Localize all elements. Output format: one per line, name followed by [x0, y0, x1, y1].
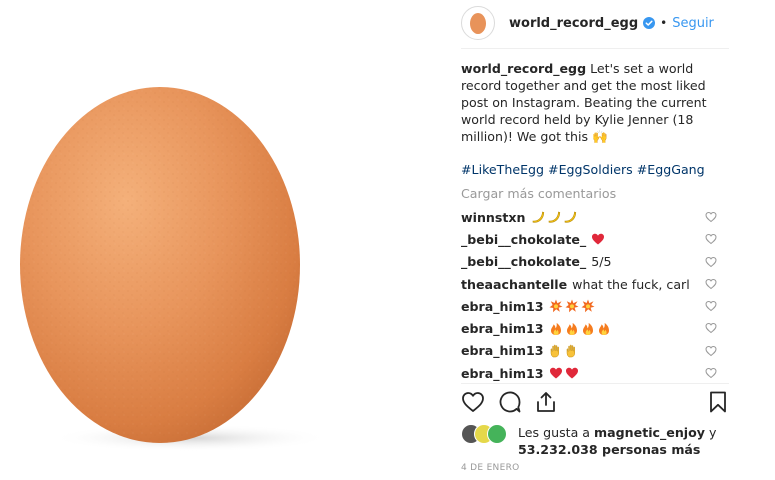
caption-username[interactable]: world_record_egg: [461, 61, 586, 76]
comment-item: ebra_him13: [461, 295, 717, 317]
comment-username[interactable]: theaachantelle: [461, 277, 567, 292]
header-divider: [461, 48, 729, 49]
likes-text: Les gusta a magnetic_enjoy y 53.232.038 …: [518, 424, 733, 458]
collision-icon: [549, 299, 597, 313]
comment-username[interactable]: ebra_him13: [461, 343, 544, 358]
comment-text: 5/5: [591, 254, 612, 270]
likes-count[interactable]: 53.232.038 personas más: [518, 442, 700, 457]
separator-dot: •: [660, 16, 668, 30]
comment-username[interactable]: _bebi__chokolate_: [461, 232, 586, 247]
heart-icon[interactable]: [461, 390, 485, 418]
comment-item: theaachantelle what the fuck, carl: [461, 273, 717, 295]
comment-username[interactable]: _bebi__chokolate_: [461, 254, 586, 269]
caption: world_record_egg Let's set a world recor…: [461, 60, 723, 145]
comment-item: ebra_him13: [461, 340, 717, 362]
post-panel: world_record_egg • Seguir world_record_e…: [447, 0, 775, 480]
bookmark-icon[interactable]: [706, 390, 730, 418]
comment-item: _bebi__chokolate_ 5/5: [461, 251, 717, 273]
comment-username[interactable]: ebra_him13: [461, 321, 544, 336]
comment-username[interactable]: ebra_him13: [461, 299, 544, 314]
like-comment-heart-icon[interactable]: [705, 322, 717, 337]
raised-hand-icon: [549, 344, 581, 358]
fire-icon: [549, 322, 613, 336]
likes-prefix: Les gusta a: [518, 425, 591, 440]
liker-avatars[interactable]: [461, 424, 521, 444]
load-more-comments-button[interactable]: Cargar más comentarios: [461, 186, 616, 201]
likes-joiner: y: [709, 425, 717, 440]
red-heart-icon: [591, 232, 607, 246]
share-icon[interactable]: [534, 390, 558, 418]
like-comment-heart-icon[interactable]: [705, 300, 717, 315]
red-heart-icon: [549, 366, 581, 380]
follow-button[interactable]: Seguir: [672, 16, 714, 31]
like-comment-heart-icon[interactable]: [705, 278, 717, 293]
comment-username[interactable]: winnstxn: [461, 210, 526, 225]
comments-list: winnstxn _bebi__chokolate_ _bebi__chokolat…: [461, 206, 717, 384]
liker-username[interactable]: magnetic_enjoy: [594, 425, 705, 440]
comment-item: _bebi__chokolate_: [461, 228, 717, 250]
avatar[interactable]: [461, 6, 495, 40]
like-comment-heart-icon[interactable]: [705, 233, 717, 248]
header-username[interactable]: world_record_egg: [509, 16, 638, 31]
comment-username[interactable]: ebra_him13: [461, 366, 544, 381]
like-comment-heart-icon[interactable]: [705, 345, 717, 360]
like-comment-heart-icon[interactable]: [705, 256, 717, 271]
post-date[interactable]: 4 DE ENERO: [461, 463, 520, 473]
egg-image: [20, 87, 330, 452]
comment-item: ebra_him13: [461, 362, 717, 384]
like-comment-heart-icon[interactable]: [705, 211, 717, 226]
verified-badge-icon: [643, 17, 656, 29]
comment-item: ebra_him13: [461, 317, 717, 339]
action-bar: [461, 390, 731, 418]
actions-divider: [461, 383, 729, 384]
post-header: world_record_egg • Seguir: [461, 0, 729, 46]
banana-icon: [531, 210, 579, 224]
egg-avatar-icon: [470, 13, 486, 34]
post-photo[interactable]: [0, 0, 447, 480]
caption-hashtags[interactable]: #LikeTheEgg #EggSoldiers #EggGang: [461, 162, 729, 177]
like-comment-heart-icon[interactable]: [705, 367, 717, 382]
comment-item: winnstxn: [461, 206, 717, 228]
comment-icon[interactable]: [498, 390, 522, 418]
comment-text: what the fuck, carl: [572, 276, 690, 292]
avatar[interactable]: [487, 424, 507, 444]
